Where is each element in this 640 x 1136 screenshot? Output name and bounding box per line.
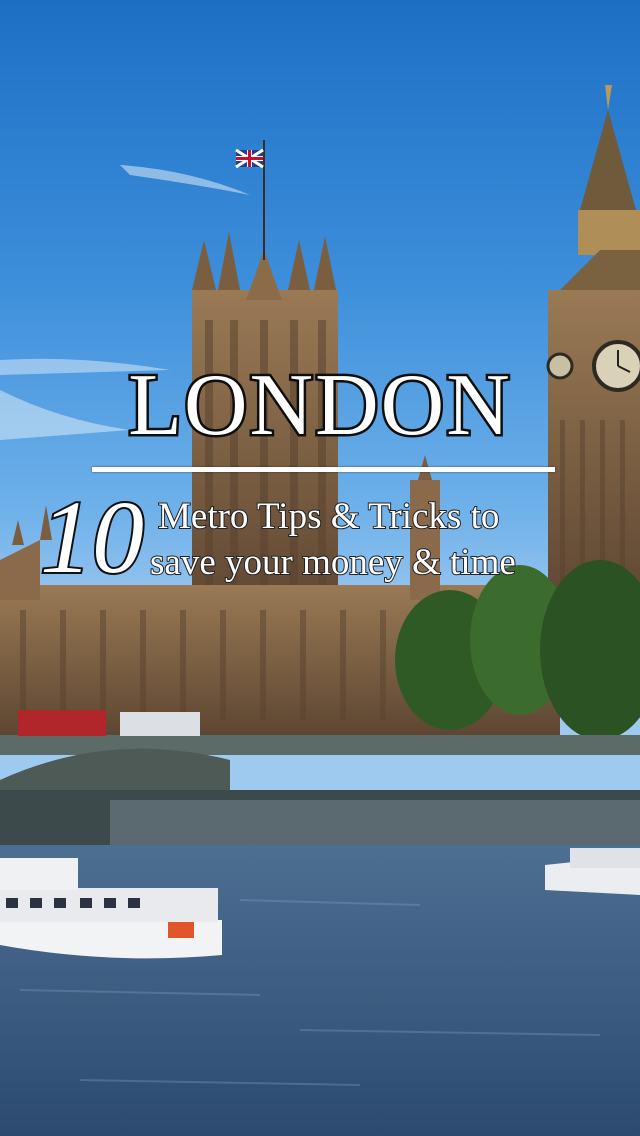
- white-bus: [120, 712, 200, 736]
- tips-number: 10: [38, 480, 146, 595]
- subtitle-line-1: Metro Tips & Tricks to: [157, 495, 500, 538]
- headline-container: LONDON: [0, 357, 640, 454]
- union-jack-flag-icon: [235, 148, 264, 169]
- subtitle: Metro Tips & Tricks to save your money &…: [149, 494, 620, 586]
- headline-title: LONDON: [126, 357, 513, 454]
- red-bus: [18, 710, 106, 736]
- photo-scene: LONDON 10 Metro Tips & Tricks to save yo…: [0, 0, 640, 1136]
- pier: [110, 800, 640, 845]
- title-underline: [92, 467, 555, 472]
- subtitle-line-2: save your money & time: [149, 541, 517, 584]
